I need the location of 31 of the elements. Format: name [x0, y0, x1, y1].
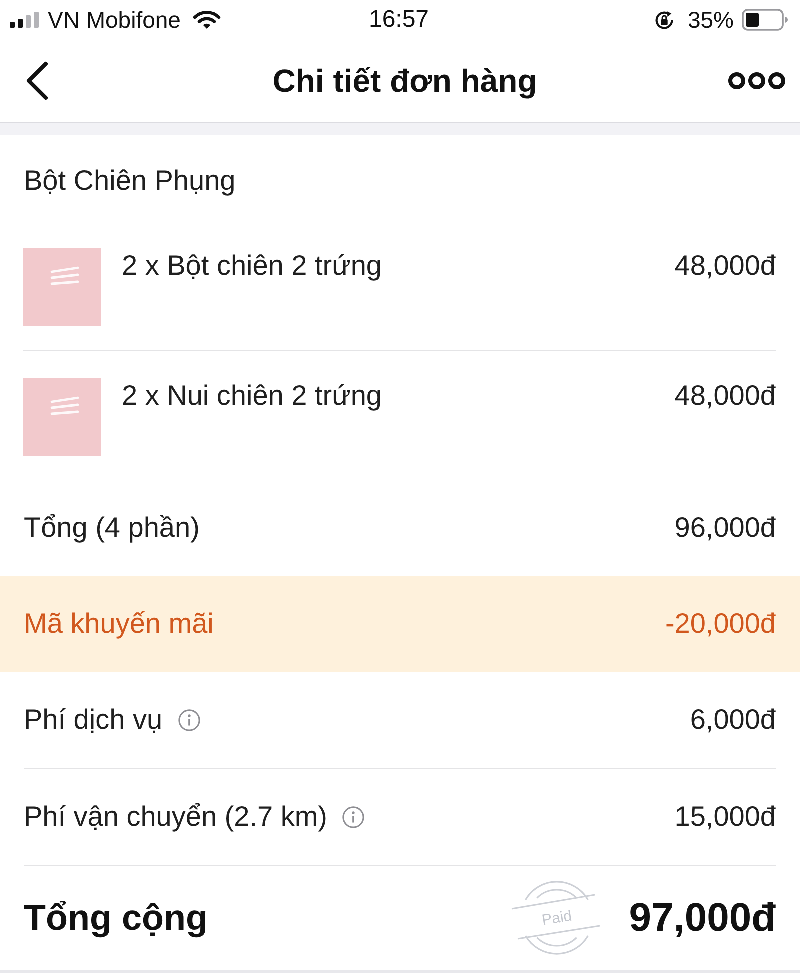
more-button[interactable]: [728, 72, 786, 90]
item-price: 48,000đ: [674, 379, 776, 413]
rotation-lock-icon: [652, 8, 676, 32]
battery-icon: [742, 9, 788, 31]
signal-icon: [10, 12, 40, 28]
info-icon[interactable]: [178, 708, 201, 732]
stamp-label: Paid: [541, 908, 574, 930]
page-title: Chi tiết đơn hàng: [272, 62, 538, 100]
item-name: 2 x Nui chiên 2 trứng: [122, 379, 382, 413]
more-icon: [728, 72, 786, 90]
back-button[interactable]: [24, 61, 50, 101]
item-price: 48,000đ: [674, 249, 776, 283]
battery-percent: 35%: [688, 6, 734, 34]
total-label: Tổng cộng: [24, 897, 208, 939]
item-name: 2 x Bột chiên 2 trứng: [122, 249, 382, 283]
back-icon: [24, 61, 50, 101]
clock-time: 16:57: [368, 6, 430, 34]
fee-label: Phí vận chuyển (2.7 km): [24, 801, 328, 833]
total-amount: 97,000đ: [629, 896, 776, 940]
info-icon[interactable]: [342, 806, 366, 828]
promo-label: Mã khuyến mãi: [24, 608, 214, 640]
wifi-icon: [192, 10, 221, 30]
carrier-name: VN Mobifone: [48, 6, 181, 34]
fee-label: Phí dịch vụ: [24, 704, 163, 736]
promo-amount: -20,000đ: [665, 608, 776, 640]
fee-amount: 15,000đ: [674, 801, 776, 833]
restaurant-name: Bột Chiên Phụng: [24, 164, 236, 198]
fee-amount: 6,000đ: [690, 704, 776, 736]
subtotal-label: Tổng (4 phần): [24, 512, 200, 544]
subtotal-amount: 96,000đ: [674, 512, 776, 544]
stamp-outline-icon: [512, 881, 600, 955]
